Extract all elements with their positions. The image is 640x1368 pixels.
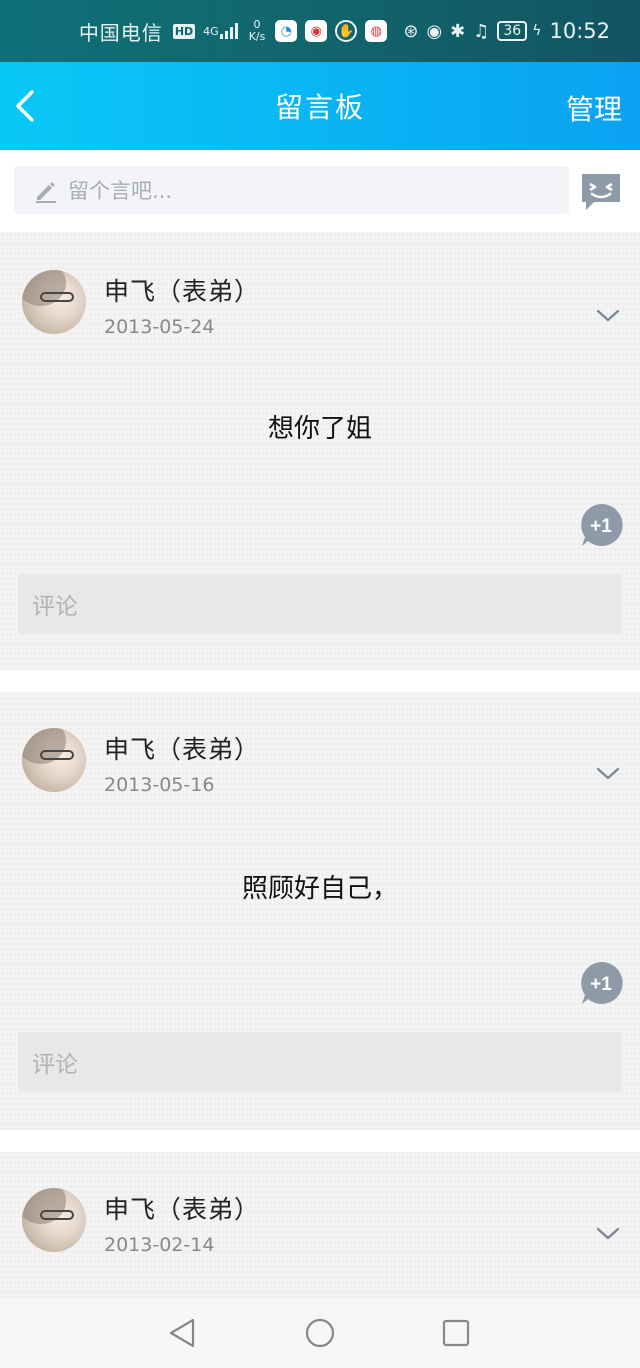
triangle-back-icon (169, 1318, 195, 1348)
chevron-down-icon[interactable] (596, 1226, 620, 1242)
plus-one-icon: +1 (581, 961, 623, 1004)
plus-one-icon: +1 (581, 503, 623, 546)
message-date: 2013-02-14 (104, 1234, 215, 1256)
hd-icon: HD (172, 23, 196, 39)
app-notification-icon: ◔ (275, 20, 298, 42)
back-arrow-icon (16, 90, 34, 122)
comment-input[interactable]: 评论 (18, 1032, 622, 1092)
message-content: 想你了姐 (267, 414, 372, 444)
comment-input[interactable]: 评论 (18, 574, 622, 634)
author-name[interactable]: 申飞（表弟） (104, 272, 260, 308)
network-type: 4G (203, 24, 219, 38)
avatar[interactable] (22, 728, 86, 792)
compose-row: 留个言吧... (0, 150, 640, 232)
message-feed[interactable]: 申飞（表弟） 2013-05-24 想你了姐 +1 评论 申飞（表弟） 2013… (0, 232, 640, 1298)
app-notification-icon: ◍ (365, 20, 388, 42)
message-date: 2013-05-24 (104, 316, 215, 338)
plus-one-label: +1 (590, 974, 612, 995)
square-recents-icon (442, 1319, 470, 1347)
battery-icon: 36 (497, 21, 528, 41)
manage-button[interactable]: 管理 (566, 88, 622, 128)
message-date: 2013-05-16 (104, 774, 215, 796)
message-card: 申飞（表弟） 2013-05-16 照顾好自己， +1 评论 (0, 692, 640, 1130)
message-input[interactable]: 留个言吧... (14, 166, 569, 214)
system-nav-bar (0, 1298, 640, 1368)
status-bar: 中国电信 HD 4G 0 K/s ◔ ◉ ✋ ◍ ⊛ ◉ ✱ ♫ 36 ϟ 10… (0, 0, 640, 62)
avatar[interactable] (22, 270, 86, 334)
header: 留言板 管理 (0, 62, 640, 150)
back-button[interactable] (10, 84, 50, 128)
nav-back-button[interactable] (166, 1316, 200, 1350)
charging-icon: ϟ (532, 23, 542, 39)
message-card: 申飞（表弟） 2013-02-14 (0, 1152, 640, 1298)
author-name[interactable]: 申飞（表弟） (104, 1190, 260, 1226)
plus-one-button[interactable]: +1 (578, 960, 624, 1006)
emoji-icon (582, 174, 620, 210)
pencil-icon (36, 182, 56, 203)
page-title: 留言板 (274, 91, 365, 124)
comment-input-placeholder: 评论 (32, 1052, 78, 1078)
app-notification-icon: ✋ (335, 20, 358, 42)
carrier-name: 中国电信 (78, 20, 163, 45)
app-notification-icon: ◉ (305, 20, 328, 42)
message-input-placeholder: 留个言吧... (68, 179, 173, 203)
network-speed: 0 K/s (249, 19, 266, 43)
clock: 10:52 (549, 19, 610, 43)
circle-home-icon (305, 1318, 335, 1348)
signal-bars-icon (219, 23, 238, 39)
chevron-down-icon[interactable] (596, 766, 620, 782)
message-content: 照顾好自己， (241, 874, 398, 904)
emoji-button[interactable] (578, 170, 624, 212)
mute-bell-icon: ♫ (473, 20, 490, 42)
chevron-down-icon[interactable] (596, 308, 620, 324)
signal-icon: 4G (203, 23, 239, 39)
author-name[interactable]: 申飞（表弟） (104, 730, 260, 766)
plus-one-label: +1 (590, 516, 612, 537)
bluetooth-icon: ✱ (450, 20, 466, 42)
battery-level: 36 (503, 23, 522, 39)
avatar[interactable] (22, 1188, 86, 1252)
nfc-icon: ⊛ (403, 20, 419, 42)
nav-home-button[interactable] (303, 1316, 337, 1350)
comment-input-placeholder: 评论 (32, 594, 78, 620)
network-speed-unit: K/s (248, 30, 266, 43)
message-card: 申飞（表弟） 2013-05-24 想你了姐 +1 评论 (0, 232, 640, 670)
eye-icon: ◉ (426, 20, 443, 42)
plus-one-button[interactable]: +1 (578, 502, 624, 548)
nav-recents-button[interactable] (439, 1316, 473, 1350)
